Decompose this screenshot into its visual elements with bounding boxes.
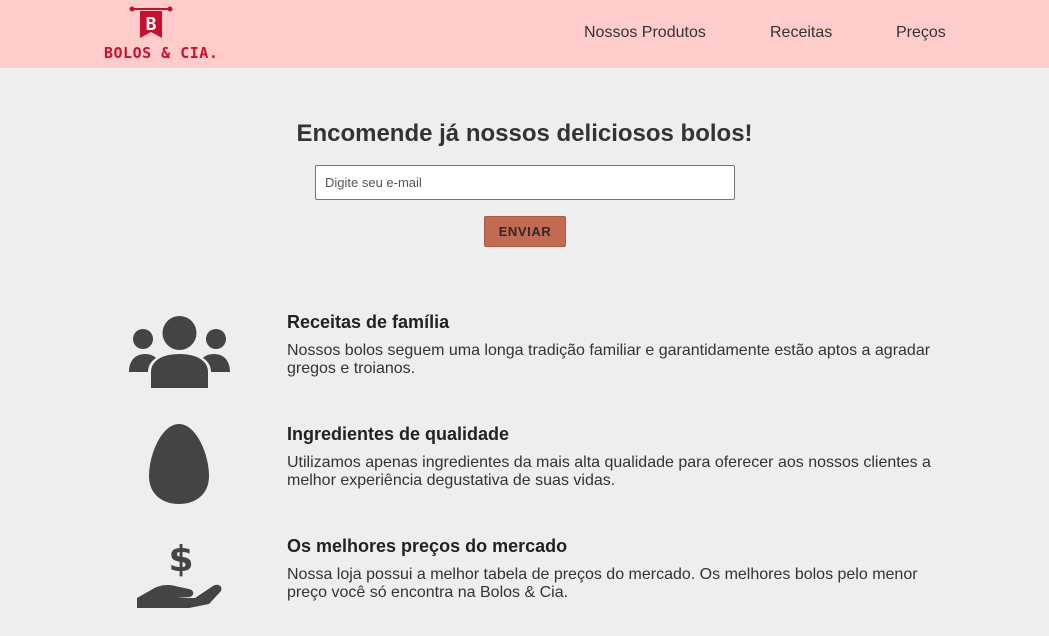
hero-title: Encomende já nossos deliciosos bolos! — [296, 120, 753, 147]
svg-text:$: $ — [168, 539, 193, 580]
feature-title: Ingredientes de qualidade — [287, 424, 510, 444]
logo-letter: B — [146, 14, 157, 35]
feature-title: Os melhores preços do mercado — [287, 536, 568, 556]
logo-text: BOLOS & CIA. — [104, 44, 219, 62]
feature-quality-ingredients: Ingredientes de qualidade Utilizamos ape… — [0, 424, 1049, 524]
brand-logo[interactable]: B BOLOS & CIA. — [100, 4, 218, 64]
send-button[interactable]: ENVIAR — [484, 216, 566, 247]
egg-icon — [149, 424, 209, 509]
feature-text: Utilizamos apenas ingredientes da mais a… — [287, 454, 931, 489]
feature-best-prices: $ Os melhores preços do mercado Nossa lo… — [0, 536, 1049, 636]
feature-text: Nossos bolos seguem uma longa tradição f… — [287, 342, 931, 377]
logo-banner-icon: B — [129, 6, 173, 38]
feature-title: Receitas de família — [287, 312, 450, 332]
hand-holding-dollar-icon: $ — [137, 536, 223, 613]
nav-link-precos[interactable]: Preços — [896, 24, 946, 42]
feature-text: Nossa loja possui a melhor tabela de pre… — [287, 566, 918, 601]
feature-family-recipes: Receitas de família Nossos bolos seguem … — [0, 312, 1049, 412]
email-input[interactable] — [315, 165, 735, 200]
nav-link-receitas[interactable]: Receitas — [770, 24, 832, 42]
site-header: B BOLOS & CIA. Nossos Produtos Receitas … — [0, 0, 1049, 68]
users-icon — [129, 316, 230, 393]
nav-link-nossos-produtos[interactable]: Nossos Produtos — [584, 24, 706, 42]
